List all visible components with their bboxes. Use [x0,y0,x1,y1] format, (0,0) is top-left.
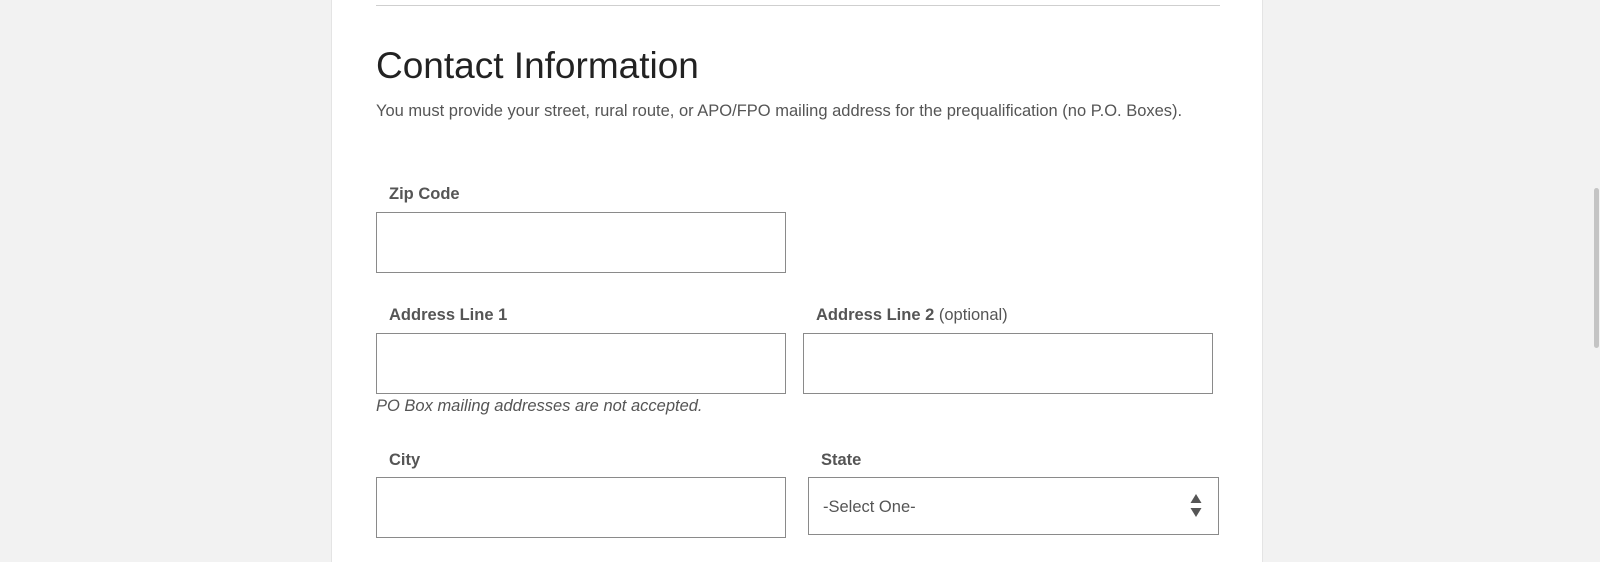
city-input[interactable] [376,477,786,538]
section-divider [376,5,1220,6]
form-card: Contact Information You must provide you… [331,0,1263,562]
page: Contact Information You must provide you… [0,0,1600,562]
address-line-2-label: Address Line 2 (optional) [816,305,1008,325]
address-line-1-hint: PO Box mailing addresses are not accepte… [376,397,703,415]
section-intro: You must provide your street, rural rout… [376,102,1183,120]
address-line-2-input[interactable] [803,333,1213,394]
section-title: Contact Information [376,45,699,86]
address-line-1-label: Address Line 1 [389,306,508,324]
address-line-1-input[interactable] [376,333,786,394]
page-scrollbar[interactable] [1592,0,1600,562]
zip-code-input[interactable] [376,212,786,273]
sort-arrows-icon [1190,493,1202,519]
city-label: City [389,451,421,469]
state-select-value: -Select One- [823,498,916,516]
optional-tag: (optional) [938,306,1008,324]
scrollbar-thumb[interactable] [1594,188,1599,348]
state-label: State [821,451,862,469]
zip-code-label: Zip Code [389,185,460,203]
state-select[interactable]: -Select One- [808,477,1219,535]
address-line-2-label-text: Address Line 2 [816,306,935,324]
